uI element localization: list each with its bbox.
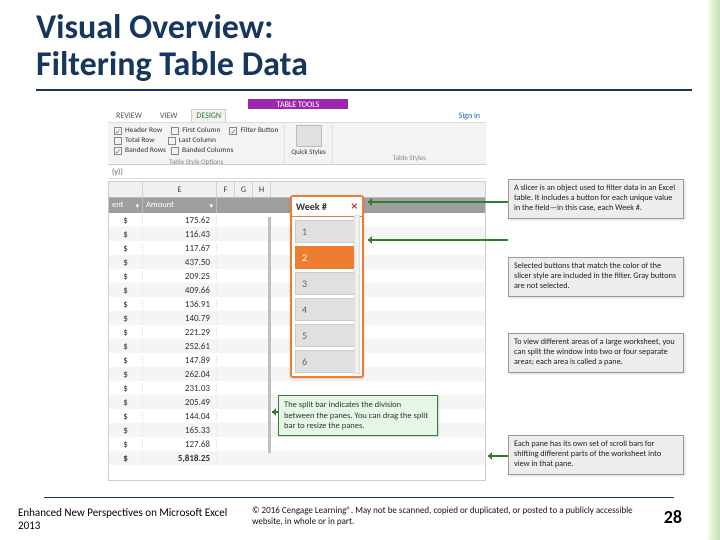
slicer-item-2[interactable]: 2 xyxy=(295,246,359,269)
clear-filter-icon[interactable]: ⨯ xyxy=(350,201,358,212)
callout-arrow xyxy=(368,201,508,203)
signin-link[interactable]: Sign in xyxy=(459,111,486,121)
slicer-item-6[interactable]: 6 xyxy=(295,350,359,373)
filter-icon[interactable]: ▾ xyxy=(209,198,213,213)
slicer-item-1[interactable]: 1 xyxy=(295,220,359,243)
title-line1: Visual Overview: xyxy=(36,7,273,48)
table-row: $127.68 xyxy=(109,437,485,451)
ribbon-group-quick-styles: Quick Styles xyxy=(285,123,332,164)
callout-split-bar: The split bar indicates the division bet… xyxy=(278,395,438,436)
slide-footer: Enhanced New Perspectives on Microsoft E… xyxy=(12,506,682,532)
callout-arrow xyxy=(488,455,508,457)
slicer-item-4[interactable]: 4 xyxy=(295,298,359,321)
slicer-title: Week # xyxy=(296,200,327,213)
callout-arrow xyxy=(368,239,508,241)
group-label-table-styles: Table Styles xyxy=(339,153,480,162)
checkbox-icon[interactable] xyxy=(114,137,122,145)
tab-review[interactable]: REVIEW xyxy=(112,110,146,122)
footer-rule xyxy=(44,497,674,498)
figure-stage: TABLE TOOLS REVIEW VIEW DESIGN Sign in H… xyxy=(36,99,692,489)
slide-title: Visual Overview: Filtering Table Data xyxy=(36,10,692,83)
quick-styles-icon[interactable] xyxy=(296,125,322,147)
slicer-item-3[interactable]: 3 xyxy=(295,272,359,295)
slicer-scrollbar[interactable] xyxy=(354,215,360,374)
ribbon-group-style-options: Header Row First Column Filter Button To… xyxy=(108,123,285,164)
page-number: 28 xyxy=(642,506,682,528)
formula-bar-stub: (y)) xyxy=(108,165,486,179)
checkbox-icon[interactable] xyxy=(114,147,122,155)
checkbox-icon[interactable] xyxy=(114,127,122,135)
checkbox-icon[interactable] xyxy=(229,127,237,135)
tab-view[interactable]: VIEW xyxy=(156,110,182,122)
checkbox-icon[interactable] xyxy=(168,137,176,145)
checkbox-icon[interactable] xyxy=(171,127,179,135)
callout-scroll-panes: Each pane has its own set of scroll bars… xyxy=(508,435,684,475)
table-total-row: $5,818.25 xyxy=(109,451,485,465)
slicer-week[interactable]: Week # ⨯ 1 2 3 4 5 6 xyxy=(290,195,364,378)
filter-icon[interactable]: ▾ xyxy=(135,198,139,213)
ribbon-body: Header Row First Column Filter Button To… xyxy=(108,123,486,165)
callout-split-large: To view different areas of a large works… xyxy=(508,333,684,373)
title-line2: Filtering Table Data xyxy=(36,44,308,85)
footer-copyright: © 2016 Cengage Learning®. May not be sca… xyxy=(252,506,642,528)
table-row: $231.03 xyxy=(109,381,485,395)
ribbon-tabs: REVIEW VIEW DESIGN Sign in xyxy=(108,109,486,123)
footer-book-title: Enhanced New Perspectives on Microsoft E… xyxy=(12,506,252,532)
title-rule xyxy=(36,89,692,91)
tab-design[interactable]: DESIGN xyxy=(191,109,226,122)
callout-selected-buttons: Selected buttons that match the color of… xyxy=(508,257,684,297)
checkbox-icon[interactable] xyxy=(171,147,179,155)
split-bar[interactable] xyxy=(268,217,271,453)
callout-arrow xyxy=(272,411,278,413)
callout-slicer-definition: A slicer is an object used to filter dat… xyxy=(508,179,684,219)
slicer-item-5[interactable]: 5 xyxy=(295,324,359,347)
